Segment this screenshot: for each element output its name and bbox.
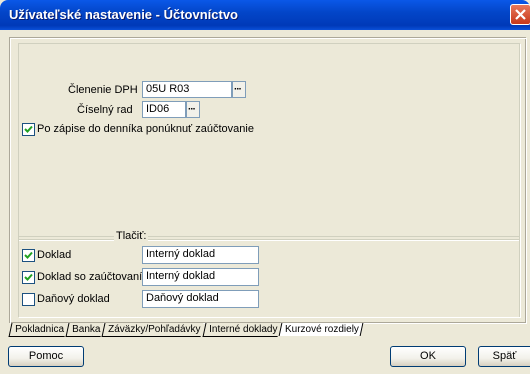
tab-strip: Pokladnica Banka Záväzky/Pohľadávky Inte… bbox=[8, 323, 364, 337]
tab-zavazky-pohladavky[interactable]: Záväzky/Pohľadávky bbox=[101, 323, 205, 337]
zapis-label: Po zápise do denníka ponúknuť zaúčtovani… bbox=[37, 123, 254, 135]
clenenie-dph-browse-button[interactable]: ··· bbox=[232, 81, 246, 98]
zapis-checkbox[interactable] bbox=[22, 123, 35, 136]
dialog-body: Členenie DPH 05U R03 ··· Číselný rad ID0… bbox=[0, 30, 530, 374]
close-window-button[interactable] bbox=[510, 4, 530, 25]
print-doklad-zauctovanie-label: Doklad so zaúčtovaním bbox=[37, 271, 152, 283]
print-doklad-checkbox[interactable] bbox=[22, 249, 35, 262]
tab-label: Banka bbox=[72, 324, 101, 335]
print-danovy-doklad-field[interactable]: Daňový doklad bbox=[142, 290, 259, 308]
print-doklad-zauctovanie-field[interactable]: Interný doklad bbox=[142, 268, 259, 286]
tab-interne-doklady[interactable]: Interné doklady bbox=[202, 323, 281, 337]
ciselny-rad-label: Číselný rad bbox=[77, 104, 133, 116]
ellipsis-icon: ··· bbox=[234, 84, 242, 95]
tab-label: Záväzky/Pohľadávky bbox=[108, 324, 201, 335]
tab-pokladnica[interactable]: Pokladnica bbox=[8, 323, 68, 337]
tab-kurzove-rozdiely[interactable]: Kurzové rozdiely bbox=[278, 323, 364, 336]
print-group-title: Tlačiť: bbox=[114, 230, 149, 242]
tab-label: Pokladnica bbox=[15, 324, 65, 335]
print-doklad-field[interactable]: Interný doklad bbox=[142, 246, 259, 264]
tab-panel: Členenie DPH 05U R03 ··· Číselný rad ID0… bbox=[10, 38, 527, 324]
ok-button[interactable]: OK bbox=[390, 346, 466, 367]
settings-group bbox=[18, 43, 520, 240]
checkmark-icon bbox=[24, 273, 33, 281]
title-bar: Užívateľské nastavenie - Účtovníctvo bbox=[0, 0, 530, 30]
clenenie-dph-label: Členenie DPH bbox=[68, 84, 138, 96]
close-x-icon bbox=[515, 9, 526, 20]
tab-label: Kurzové rozdiely bbox=[285, 324, 359, 335]
print-doklad-zauctovanie-checkbox[interactable] bbox=[22, 271, 35, 284]
tab-label: Interné doklady bbox=[208, 324, 278, 335]
clenenie-dph-field[interactable]: 05U R03 bbox=[142, 81, 232, 98]
print-danovy-doklad-label: Daňový doklad bbox=[37, 293, 110, 305]
ciselny-rad-browse-button[interactable]: ··· bbox=[186, 101, 200, 118]
ellipsis-icon: ··· bbox=[188, 104, 196, 115]
back-button[interactable]: Späť bbox=[478, 346, 530, 367]
checkmark-icon bbox=[24, 125, 33, 133]
tab-banka[interactable]: Banka bbox=[65, 323, 104, 337]
help-button[interactable]: Pomoc bbox=[8, 346, 84, 367]
checkmark-icon bbox=[24, 251, 33, 259]
ciselny-rad-field[interactable]: ID06 bbox=[142, 101, 186, 118]
window-title: Užívateľské nastavenie - Účtovníctvo bbox=[9, 7, 238, 22]
print-doklad-label: Doklad bbox=[37, 249, 72, 261]
print-danovy-doklad-checkbox[interactable] bbox=[22, 293, 35, 306]
